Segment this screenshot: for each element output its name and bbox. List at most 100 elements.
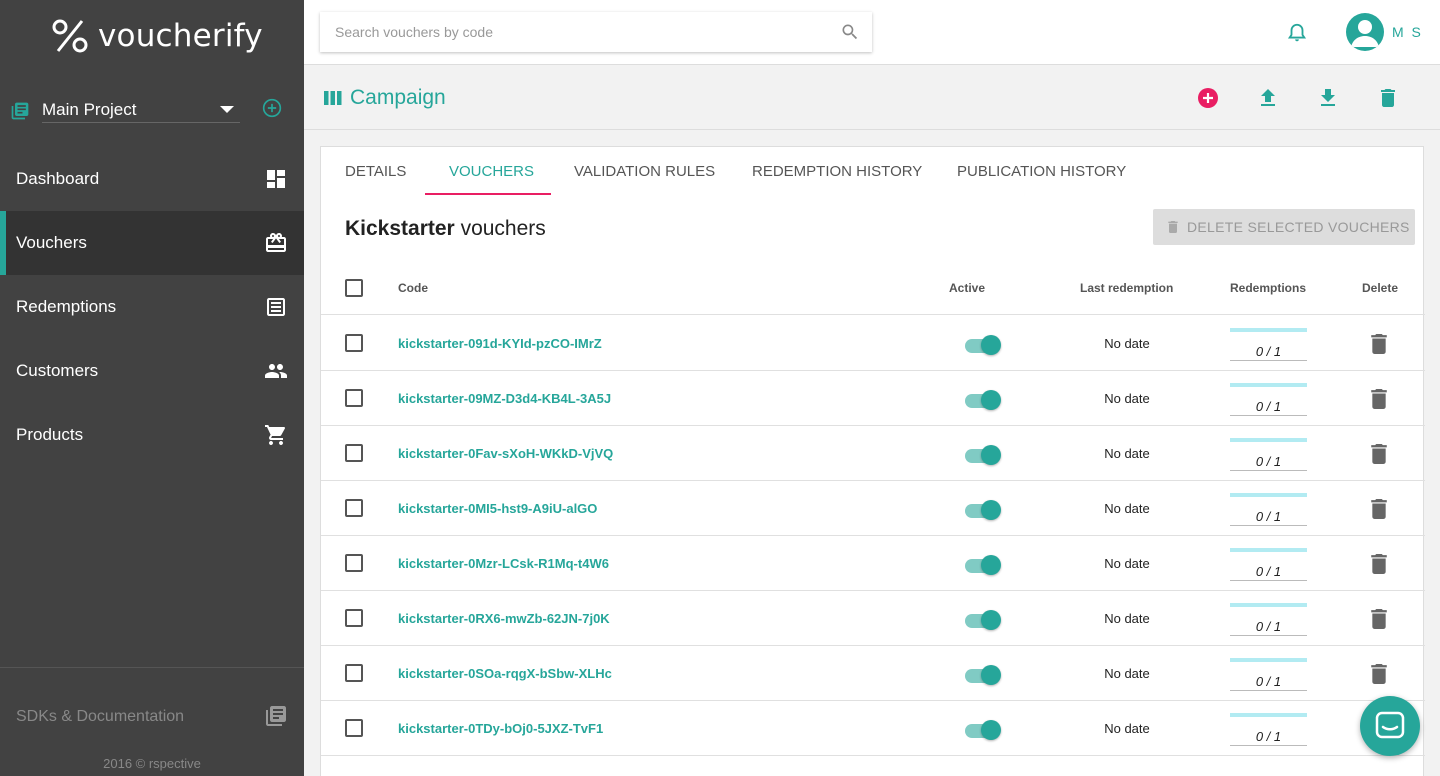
toggle-knob <box>981 665 1001 685</box>
sidebar-nav: Dashboard Vouchers Redemptions Customers… <box>0 147 304 467</box>
delete-voucher-icon[interactable] <box>1370 664 1388 684</box>
page-title: Campaign <box>350 86 446 109</box>
row-checkbox[interactable] <box>345 664 363 682</box>
user-initials[interactable]: M S <box>1392 24 1423 40</box>
active-toggle[interactable] <box>965 333 1003 355</box>
active-toggle[interactable] <box>965 388 1003 410</box>
add-icon[interactable] <box>1196 86 1220 110</box>
tab-redemption-history[interactable]: REDEMPTION HISTORY <box>752 163 922 180</box>
delete-voucher-icon[interactable] <box>1370 499 1388 519</box>
cart-icon <box>265 425 286 445</box>
search-icon[interactable] <box>840 22 860 42</box>
redemption-count: 0 / 1 <box>1255 674 1282 689</box>
row-checkbox[interactable] <box>345 389 363 407</box>
sidebar-item-label: Vouchers <box>16 233 87 252</box>
sidebar-item-label: Dashboard <box>16 169 100 188</box>
toggle-knob <box>981 555 1001 575</box>
row-checkbox[interactable] <box>345 499 363 517</box>
redemption-underline <box>1230 525 1307 526</box>
redemption-progress-bar <box>1230 548 1307 552</box>
voucher-code-link[interactable]: kickstarter-0RX6-mwZb-62JN-7j0K <box>398 611 610 626</box>
last-redemption: No date <box>1104 611 1150 626</box>
redemption-progress-bar <box>1230 658 1307 662</box>
project-select[interactable]: Main Project <box>42 96 240 123</box>
table-row: kickstarter-0Mzr-LCsk-R1Mq-t4W6 No date 0 … <box>321 536 1425 591</box>
row-checkbox[interactable] <box>345 609 363 627</box>
active-toggle[interactable] <box>965 663 1003 685</box>
voucher-code-link[interactable]: kickstarter-0Fav-sXoH-WKkD-VjVQ <box>398 446 613 461</box>
tab-vouchers[interactable]: VOUCHERS <box>449 163 534 180</box>
voucher-code-link[interactable]: kickstarter-0SOa-rqgX-bSbw-XLHc <box>398 666 612 681</box>
campaign-name: Kickstarter <box>345 217 455 240</box>
avatar[interactable] <box>1346 13 1384 51</box>
active-toggle[interactable] <box>965 443 1003 465</box>
delete-voucher-icon[interactable] <box>1370 609 1388 629</box>
row-checkbox[interactable] <box>345 334 363 352</box>
add-project-icon[interactable] <box>262 98 282 118</box>
logo[interactable]: voucherify <box>52 18 263 54</box>
delete-voucher-icon[interactable] <box>1370 389 1388 409</box>
redemption-progress-bar <box>1230 328 1307 332</box>
active-toggle[interactable] <box>965 498 1003 520</box>
sidebar-item-customers[interactable]: Customers <box>0 339 304 403</box>
active-toggle[interactable] <box>965 553 1003 575</box>
column-header-active[interactable]: Active <box>949 281 985 295</box>
table-row: kickstarter-0SOa-rqgX-bSbw-XLHc No date 0 … <box>321 646 1425 701</box>
redemption-count: 0 / 1 <box>1255 344 1282 359</box>
tab-details[interactable]: DETAILS <box>345 163 406 180</box>
sidebar-item-vouchers[interactable]: Vouchers <box>0 211 304 275</box>
delete-voucher-icon[interactable] <box>1370 554 1388 574</box>
redemption-count: 0 / 1 <box>1255 454 1282 469</box>
sidebar-item-redemptions[interactable]: Redemptions <box>0 275 304 339</box>
people-icon <box>265 364 287 378</box>
delete-voucher-icon[interactable] <box>1370 334 1388 354</box>
active-toggle[interactable] <box>965 608 1003 630</box>
row-checkbox[interactable] <box>345 444 363 462</box>
table-row: kickstarter-09MZ-D3d4-KB4L-3A5J No date 0 … <box>321 371 1425 426</box>
delete-voucher-icon[interactable] <box>1370 444 1388 464</box>
delete-selected-label: DELETE SELECTED VOUCHERS <box>1187 219 1410 235</box>
voucher-code-link[interactable]: kickstarter-0TDy-bOj0-5JXZ-TvF1 <box>398 721 603 736</box>
column-header-code[interactable]: Code <box>398 281 428 295</box>
sidebar-item-dashboard[interactable]: Dashboard <box>0 147 304 211</box>
column-header-redemptions[interactable]: Redemptions <box>1230 281 1306 295</box>
trash-icon[interactable] <box>1376 86 1400 110</box>
tab-validation-rules[interactable]: VALIDATION RULES <box>574 163 715 180</box>
redemption-count: 0 / 1 <box>1255 399 1282 414</box>
download-icon[interactable] <box>1316 86 1340 110</box>
row-checkbox[interactable] <box>345 554 363 572</box>
tab-publication-history[interactable]: PUBLICATION HISTORY <box>957 163 1126 180</box>
trash-icon <box>1168 221 1178 233</box>
voucher-code-link[interactable]: kickstarter-0Mzr-LCsk-R1Mq-t4W6 <box>398 556 609 571</box>
table-row: kickstarter-0MI5-hst9-A9iU-alGO No date 0 … <box>321 481 1425 536</box>
toggle-knob <box>981 445 1001 465</box>
last-redemption: No date <box>1104 446 1150 461</box>
voucher-code-link[interactable]: kickstarter-09MZ-D3d4-KB4L-3A5J <box>398 391 611 406</box>
select-all-checkbox[interactable] <box>345 279 363 297</box>
column-header-last-redemption[interactable]: Last redemption <box>1080 281 1173 295</box>
table-row: kickstarter-0RX6-mwZb-62JN-7j0K No date 0 … <box>321 591 1425 646</box>
section-title: Kickstarter vouchers <box>345 217 546 241</box>
voucher-code-link[interactable]: kickstarter-0MI5-hst9-A9iU-alGO <box>398 501 597 516</box>
notifications-icon[interactable] <box>1286 22 1308 44</box>
dashboard-icon <box>267 170 285 188</box>
project-selector-row: Main Project <box>10 96 294 126</box>
sidebar: voucherify Main Project Dashboard Vouche… <box>0 0 304 776</box>
voucher-code-link[interactable]: kickstarter-091d-KYId-pzCO-IMrZ <box>398 336 602 351</box>
sdk-docs-link[interactable]: SDKs & Documentation <box>16 708 184 726</box>
redemption-underline <box>1230 415 1307 416</box>
library-books-icon[interactable] <box>264 704 288 728</box>
redemption-count: 0 / 1 <box>1255 564 1282 579</box>
row-checkbox[interactable] <box>345 719 363 737</box>
sidebar-item-label: Customers <box>16 361 99 380</box>
search-box <box>320 12 872 52</box>
chat-launcher-button[interactable] <box>1360 696 1420 756</box>
active-toggle[interactable] <box>965 718 1003 740</box>
redemption-underline <box>1230 745 1307 746</box>
search-input[interactable] <box>320 12 820 52</box>
redemption-count: 0 / 1 <box>1255 509 1282 524</box>
sidebar-item-products[interactable]: Products <box>0 403 304 467</box>
delete-selected-button[interactable]: DELETE SELECTED VOUCHERS <box>1153 209 1415 245</box>
upload-icon[interactable] <box>1256 86 1280 110</box>
redemption-underline <box>1230 360 1307 361</box>
